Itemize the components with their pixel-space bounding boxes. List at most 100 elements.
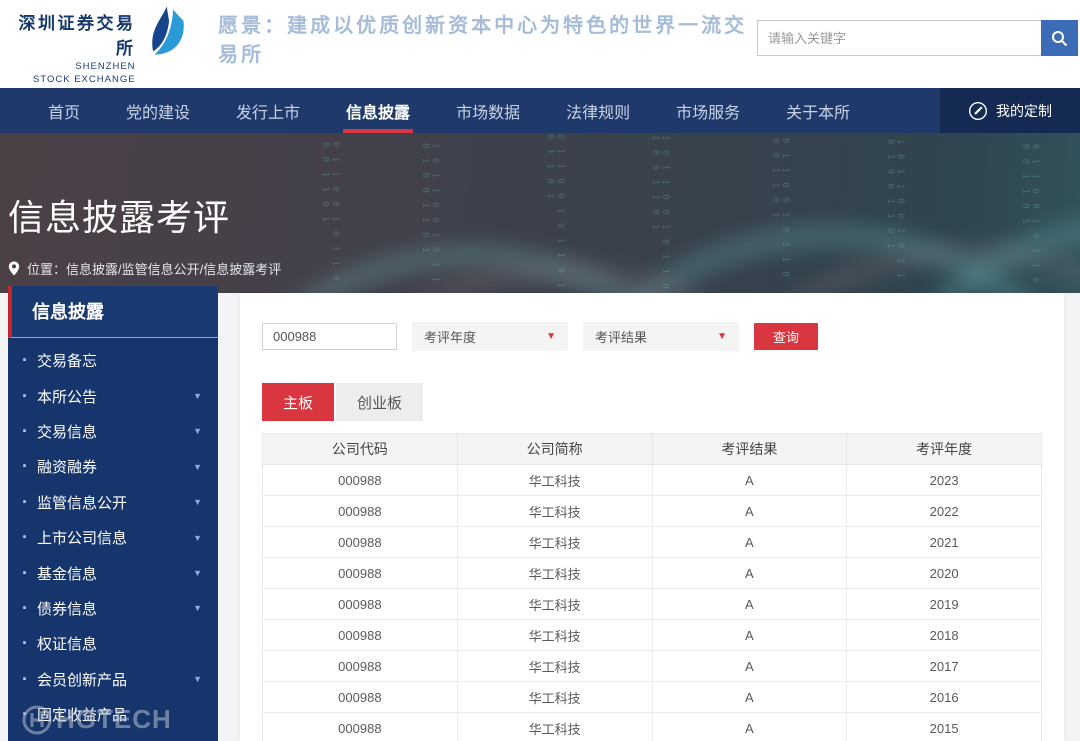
sidebar-item-2[interactable]: 交易信息▼: [8, 414, 218, 449]
table-cell: 000988: [263, 496, 458, 527]
table-cell: 华工科技: [457, 465, 652, 496]
table-cell: A: [652, 589, 847, 620]
sidebar-item-6[interactable]: 基金信息▼: [8, 555, 218, 590]
sidebar-item-4[interactable]: 监管信息公开▼: [8, 485, 218, 520]
table-cell: 000988: [263, 682, 458, 713]
table-row: 000988华工科技A2023: [263, 465, 1042, 496]
table-cell: 2017: [847, 651, 1042, 682]
nav-item-4[interactable]: 市场数据: [433, 88, 543, 133]
logo-name-en1: SHENZHEN: [8, 61, 136, 72]
table-cell: 2020: [847, 558, 1042, 589]
table-head: 公司代码公司简称考评结果考评年度: [263, 434, 1042, 465]
nav-item-3[interactable]: 信息披露: [323, 88, 433, 133]
chevron-down-icon: ▼: [193, 603, 202, 613]
table-cell: A: [652, 496, 847, 527]
main-nav: 首页党的建设发行上市信息披露市场数据法律规则市场服务关于本所 我的定制: [0, 88, 1080, 133]
sidebar-items: 交易备忘本所公告▼交易信息▼融资融券▼监管信息公开▼上市公司信息▼基金信息▼债券…: [8, 338, 218, 732]
table-cell: A: [652, 713, 847, 741]
breadcrumb[interactable]: 位置：信息披露/监管信息公开/信息披露考评: [8, 259, 1080, 278]
table-row: 000988华工科技A2020: [263, 558, 1042, 589]
table-cell: 2022: [847, 496, 1042, 527]
chevron-down-icon: ▼: [193, 391, 202, 401]
table-cell: 000988: [263, 527, 458, 558]
vision-slogan: 愿景：建成以优质创新资本中心为特色的世界一流交易所: [218, 9, 757, 67]
table-cell: 2015: [847, 713, 1042, 741]
table-row: 000988华工科技A2021: [263, 527, 1042, 558]
sidebar-item-label: 债券信息: [37, 598, 97, 619]
result-select-label: 考评结果: [595, 327, 647, 346]
search-button[interactable]: [1041, 20, 1078, 56]
logo-text: 深圳证券交易所 SHENZHEN STOCK EXCHANGE: [8, 9, 136, 85]
table-row: 000988华工科技A2015: [263, 713, 1042, 741]
customize-icon: [968, 101, 988, 121]
nav-items: 首页党的建设发行上市信息披露市场数据法律规则市场服务关于本所: [0, 88, 873, 133]
table-cell: 000988: [263, 589, 458, 620]
table-cell: 华工科技: [457, 682, 652, 713]
page-title: 信息披露考评: [0, 133, 1080, 241]
column-header: 考评年度: [847, 434, 1042, 465]
my-custom-button[interactable]: 我的定制: [940, 88, 1080, 133]
query-button[interactable]: 查询: [754, 323, 818, 350]
results-table: 公司代码公司简称考评结果考评年度 000988华工科技A2023000988华工…: [262, 433, 1042, 741]
table-row: 000988华工科技A2018: [263, 620, 1042, 651]
column-header: 考评结果: [652, 434, 847, 465]
sidebar-item-label: 权证信息: [37, 633, 97, 654]
sidebar-item-7[interactable]: 债券信息 ▼: [8, 591, 218, 626]
table-cell: 华工科技: [457, 496, 652, 527]
tab-1[interactable]: 创业板: [336, 383, 423, 421]
sidebar-item-9[interactable]: 会员创新产品▼: [8, 662, 218, 697]
table-cell: 000988: [263, 651, 458, 682]
site-search: [757, 20, 1078, 56]
sidebar: 信息披露 交易备忘本所公告▼交易信息▼融资融券▼监管信息公开▼上市公司信息▼基金…: [8, 286, 218, 741]
table-cell: 2018: [847, 620, 1042, 651]
sidebar-item-label: 上市公司信息: [37, 527, 127, 548]
nav-item-7[interactable]: 关于本所: [763, 88, 873, 133]
chevron-down-icon: ▼: [193, 426, 202, 436]
sidebar-item-3[interactable]: 融资融券▼: [8, 449, 218, 484]
tab-0[interactable]: 主板: [262, 383, 334, 421]
result-select[interactable]: 考评结果 ▼: [583, 322, 739, 351]
table-cell: 华工科技: [457, 527, 652, 558]
sidebar-item-5[interactable]: 上市公司信息▼: [8, 520, 218, 555]
nav-item-0[interactable]: 首页: [25, 88, 103, 133]
table-cell: 华工科技: [457, 651, 652, 682]
hero-banner: 1 0 1 1 0 0 1 0 1 1 0 1 0 0 1 1 0 11 0 1…: [0, 133, 1080, 293]
search-icon: [1051, 30, 1068, 47]
nav-item-2[interactable]: 发行上市: [213, 88, 323, 133]
chevron-down-icon: ▼: [193, 497, 202, 507]
stock-code-input[interactable]: [262, 323, 397, 350]
table-header-row: 公司代码公司简称考评结果考评年度: [263, 434, 1042, 465]
table-cell: 华工科技: [457, 713, 652, 741]
nav-item-6[interactable]: 市场服务: [653, 88, 763, 133]
logo-name-en2: STOCK EXCHANGE: [8, 74, 136, 85]
table-cell: 2016: [847, 682, 1042, 713]
sidebar-item-label: 基金信息: [37, 563, 97, 584]
breadcrumb-text: 位置：信息披露/监管信息公开/信息披露考评: [27, 259, 281, 278]
site-header: 深圳证券交易所 SHENZHEN STOCK EXCHANGE 愿景：建成以优质…: [0, 0, 1080, 88]
chevron-down-icon: ▼: [193, 674, 202, 684]
search-input[interactable]: [757, 20, 1041, 56]
filter-bar: 考评年度 ▼ 考评结果 ▼ 查询: [262, 322, 1042, 351]
sidebar-item-0[interactable]: 交易备忘: [8, 343, 218, 378]
table-body: 000988华工科技A2023000988华工科技A2022000988华工科技…: [263, 465, 1042, 741]
sidebar-item-label: 交易备忘: [37, 350, 97, 371]
nav-item-1[interactable]: 党的建设: [103, 88, 213, 133]
year-select[interactable]: 考评年度 ▼: [412, 322, 568, 351]
nav-item-5[interactable]: 法律规则: [543, 88, 653, 133]
main-panel: 考评年度 ▼ 考评结果 ▼ 查询 主板创业板 公司代码公司简称考评结果考评年度 …: [240, 293, 1064, 741]
sidebar-item-1[interactable]: 本所公告▼: [8, 378, 218, 413]
my-custom-label: 我的定制: [996, 101, 1052, 121]
table-cell: A: [652, 620, 847, 651]
location-pin-icon: [8, 261, 20, 276]
szse-logo[interactable]: 深圳证券交易所 SHENZHEN STOCK EXCHANGE: [8, 3, 192, 85]
table-cell: 000988: [263, 558, 458, 589]
table-cell: 华工科技: [457, 558, 652, 589]
szse-logo-icon: [144, 5, 193, 69]
hgtech-watermark: HGTECH: [22, 704, 172, 735]
table-cell: 2019: [847, 589, 1042, 620]
sidebar-item-label: 融资融券: [37, 456, 97, 477]
logo-name-cn: 深圳证券交易所: [8, 9, 136, 59]
sidebar-item-8[interactable]: 权证信息: [8, 626, 218, 661]
table-cell: 2021: [847, 527, 1042, 558]
sidebar-title: 信息披露: [8, 286, 218, 338]
